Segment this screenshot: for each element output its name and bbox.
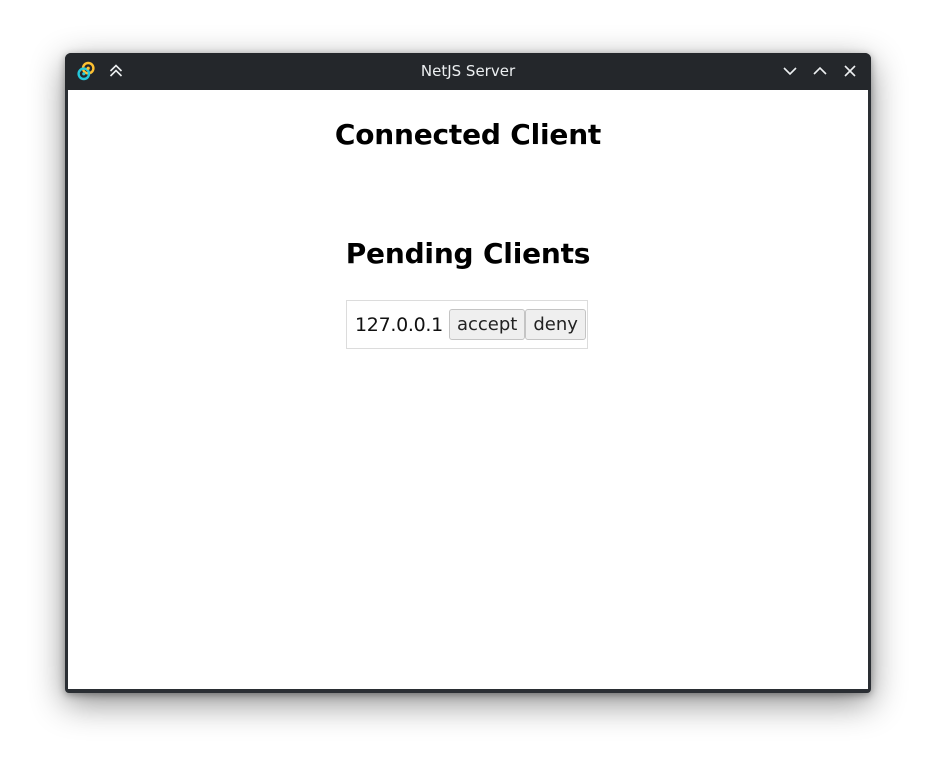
title-bar[interactable]: NetJS Server: [65, 53, 871, 90]
pending-client-row: 127.0.0.1 accept deny: [346, 300, 588, 349]
accept-button[interactable]: accept: [448, 309, 526, 340]
connected-client-heading: Connected Client: [334, 118, 602, 151]
pending-clients-heading: Pending Clients: [345, 237, 591, 270]
close-icon[interactable]: [839, 60, 861, 82]
desktop: NetJS Server Connected Client Pending Cl…: [0, 0, 936, 771]
app-window: NetJS Server Connected Client Pending Cl…: [65, 53, 871, 693]
window-title: NetJS Server: [420, 62, 516, 80]
chevron-up-icon[interactable]: [809, 60, 831, 82]
deny-button[interactable]: deny: [525, 309, 586, 340]
chevron-down-icon[interactable]: [779, 60, 801, 82]
client-ip: 127.0.0.1: [355, 313, 443, 336]
window-content: Connected Client Pending Clients 127.0.0…: [68, 90, 868, 689]
